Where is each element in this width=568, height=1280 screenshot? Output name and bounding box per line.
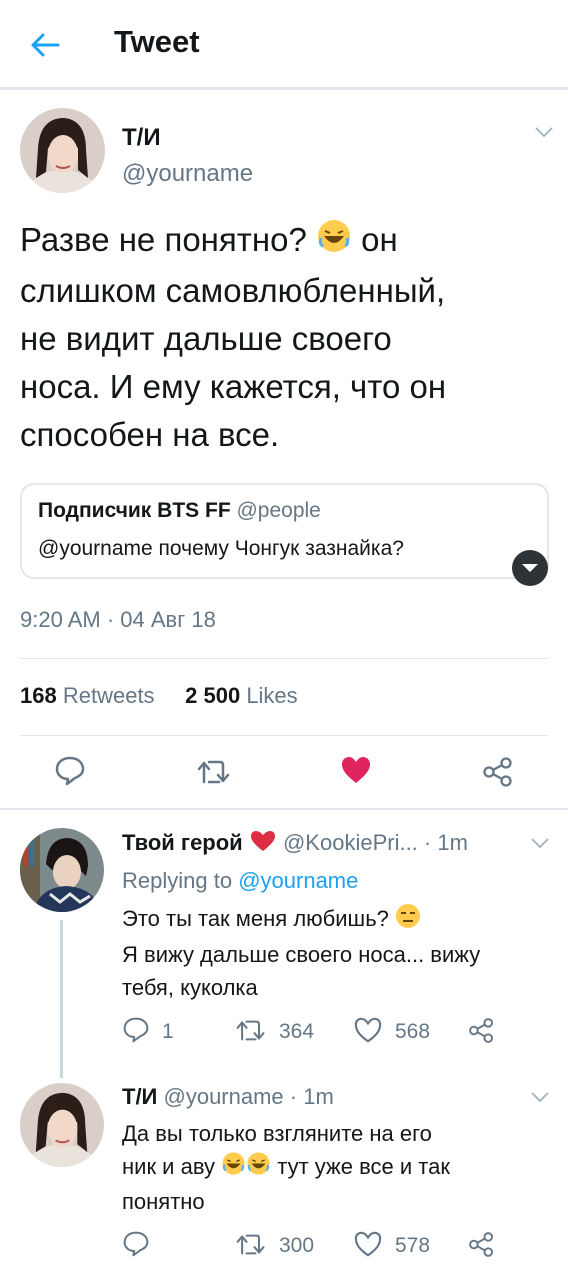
retweet-count: 300 xyxy=(279,1234,315,1257)
like-count: 568 xyxy=(395,1020,431,1043)
reply-count: 1 xyxy=(162,1020,174,1043)
back-arrow-icon[interactable] xyxy=(28,28,62,62)
page-title: Tweet xyxy=(114,24,200,59)
likes-count[interactable]: 2 500 xyxy=(185,683,240,708)
share-icon[interactable] xyxy=(468,1231,495,1263)
tweet-timestamp: 9:20 AM · 04 Авг 18 xyxy=(20,607,216,632)
reply-icon[interactable] xyxy=(122,1230,150,1263)
quoted-tweet[interactable]: Подписчик BTS FF @people @yourname почем… xyxy=(20,483,549,586)
quoted-tweet-text: @yourname почему Чонгук зазнайка? xyxy=(38,537,404,560)
heart-icon[interactable] xyxy=(353,1016,383,1049)
retweet-count: 364 xyxy=(279,1020,315,1043)
reply-icon[interactable] xyxy=(122,1016,150,1049)
reply-author[interactable]: Твой герой @KookiePri... · 1m xyxy=(122,829,468,859)
chevron-down-icon[interactable] xyxy=(534,125,554,139)
retweets-label[interactable]: Retweets xyxy=(63,683,155,708)
retweet-icon[interactable] xyxy=(235,1232,267,1262)
reply-author[interactable]: Т/И @yourname · 1m xyxy=(122,1084,334,1110)
author-handle[interactable]: @yourname xyxy=(122,160,253,188)
retweets-count[interactable]: 168 xyxy=(20,683,57,708)
thread-line xyxy=(60,920,63,1078)
likes-label[interactable]: Likes xyxy=(246,683,297,708)
share-icon[interactable] xyxy=(468,1017,495,1049)
divider xyxy=(0,808,568,810)
replying-to-link[interactable]: @yourname xyxy=(238,868,358,893)
replying-to: Replying to @yourname xyxy=(122,868,359,893)
heart-icon[interactable] xyxy=(340,755,372,790)
laughing-emoji-icon xyxy=(316,218,352,267)
divider xyxy=(20,735,548,736)
chevron-down-icon[interactable] xyxy=(511,549,549,587)
chevron-down-icon[interactable] xyxy=(530,1090,550,1104)
red-heart-emoji-icon xyxy=(249,829,277,859)
laughing-emoji-icon xyxy=(246,1151,271,1185)
share-icon[interactable] xyxy=(482,756,514,793)
chevron-down-icon[interactable] xyxy=(530,836,550,850)
tweet-text: Разве не понятно? он слишком самовлюблен… xyxy=(20,216,550,459)
reply-text: Да вы только взгляните на его ник и аву … xyxy=(122,1121,450,1215)
tweet-stats: 168 Retweets 2 500 Likes xyxy=(20,683,298,709)
author-name[interactable]: Т/И xyxy=(122,124,161,152)
avatar[interactable] xyxy=(20,828,104,912)
retweet-icon[interactable] xyxy=(196,758,232,791)
heart-icon[interactable] xyxy=(353,1230,383,1263)
divider xyxy=(20,658,548,659)
top-bar: Tweet xyxy=(0,0,568,90)
reply-icon[interactable] xyxy=(54,755,86,792)
retweet-icon[interactable] xyxy=(235,1018,267,1048)
quoted-tweet-author: Подписчик BTS FF @people xyxy=(38,499,321,522)
expressionless-emoji-icon xyxy=(395,903,421,938)
laughing-emoji-icon xyxy=(221,1151,246,1185)
reply-text: Это ты так меня любишь? Я вижу дальше св… xyxy=(122,902,552,1004)
avatar[interactable] xyxy=(20,1083,104,1167)
avatar[interactable] xyxy=(20,108,105,193)
like-count: 578 xyxy=(395,1234,431,1257)
